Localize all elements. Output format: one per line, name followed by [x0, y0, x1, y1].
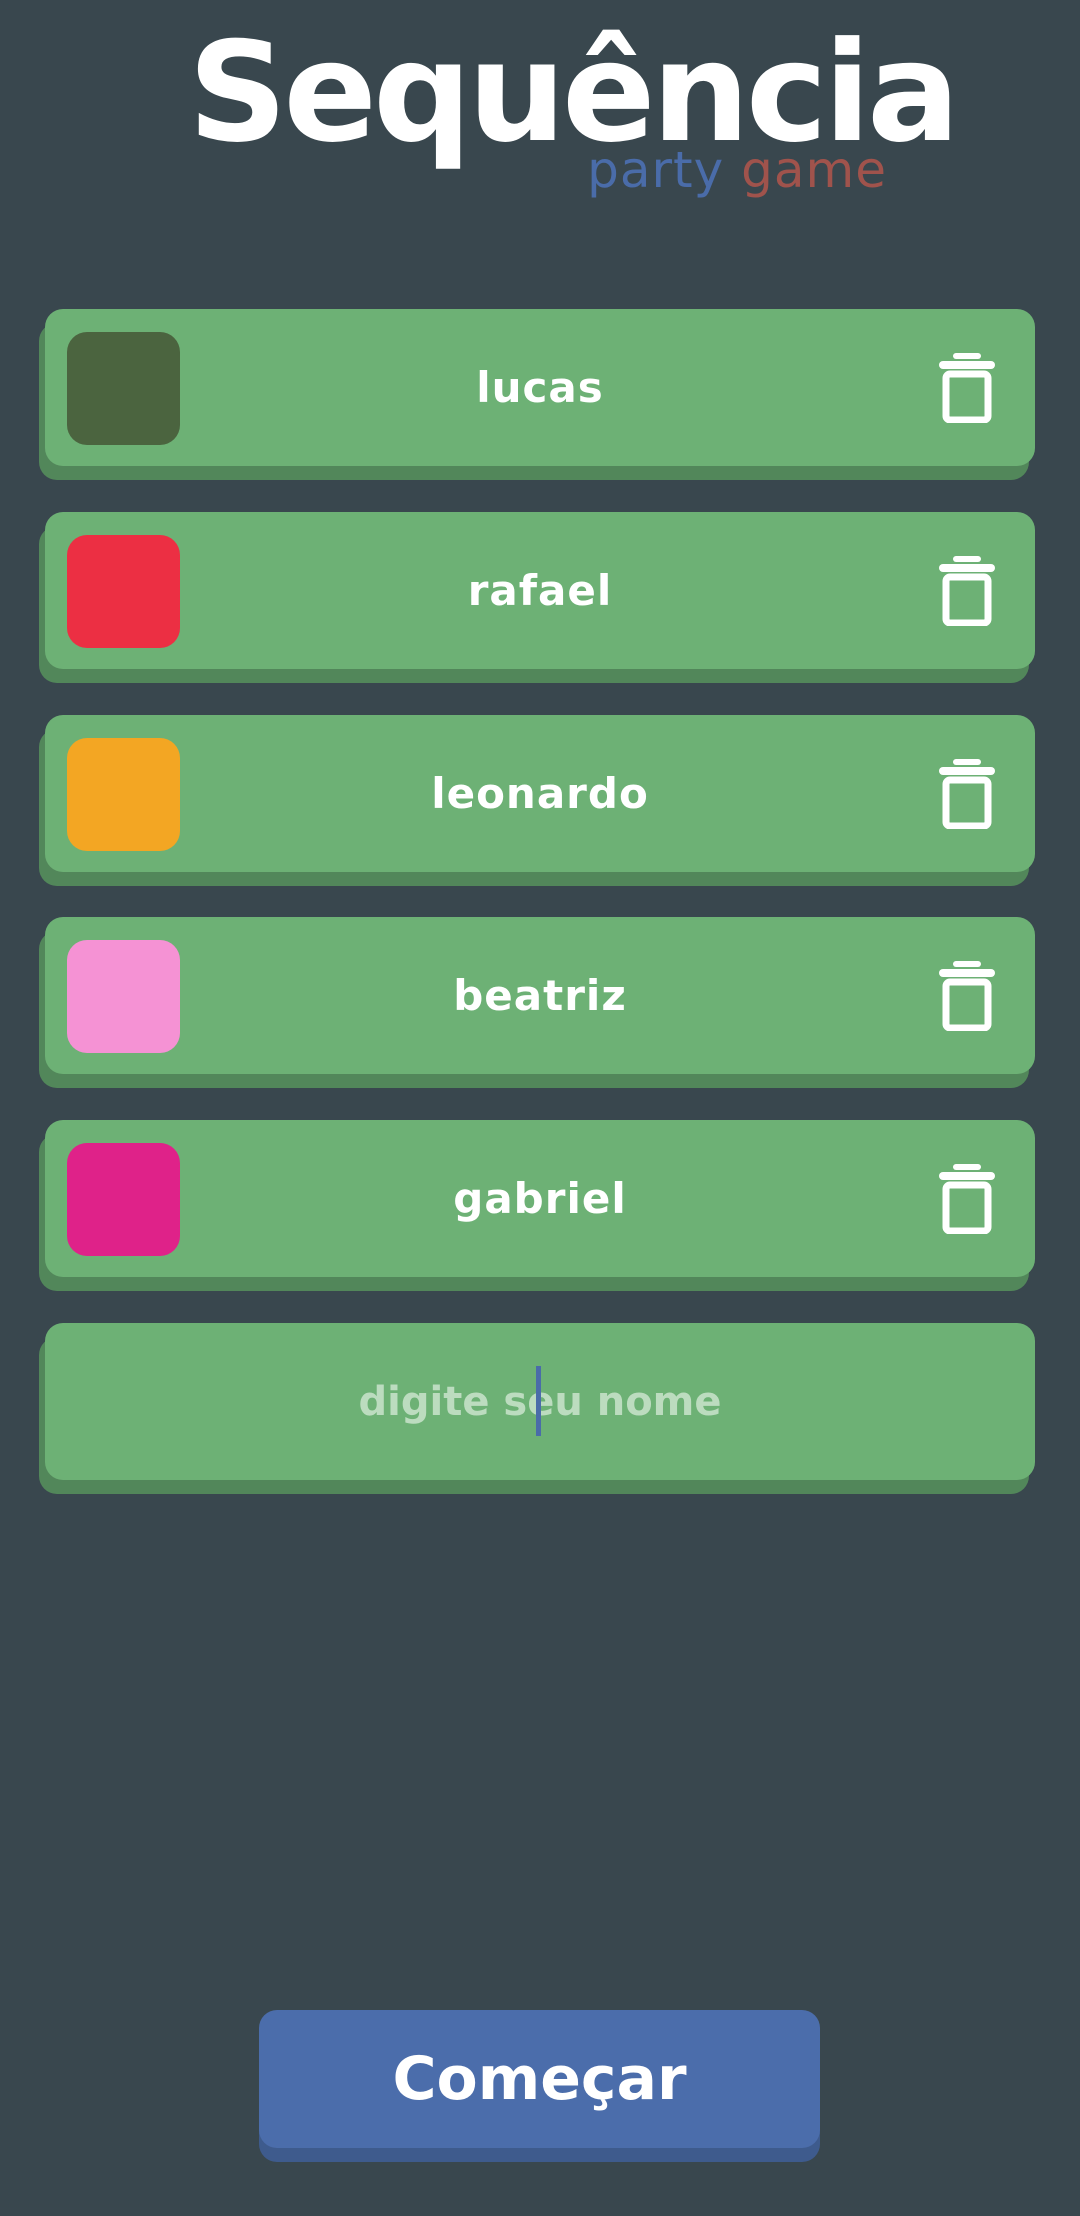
trash-icon	[939, 353, 995, 423]
player-name: rafael	[467, 566, 613, 615]
player-color-swatch[interactable]	[67, 940, 180, 1053]
player-name: gabriel	[453, 1174, 627, 1223]
player-card: leonardo	[45, 715, 1035, 872]
delete-player-button[interactable]	[939, 759, 995, 829]
player-card: lucas	[45, 309, 1035, 466]
player-card: gabriel	[45, 1120, 1035, 1277]
trash-icon	[939, 1164, 995, 1234]
trash-icon	[939, 556, 995, 626]
player-color-swatch[interactable]	[67, 1143, 180, 1256]
text-cursor	[536, 1366, 541, 1436]
delete-player-button[interactable]	[939, 1164, 995, 1234]
trash-icon	[939, 961, 995, 1031]
new-player-card	[45, 1323, 1035, 1480]
player-color-swatch[interactable]	[67, 332, 180, 445]
player-name: leonardo	[431, 769, 649, 818]
player-card: beatriz	[45, 917, 1035, 1074]
trash-icon	[939, 759, 995, 829]
app-logo: Sequência party game	[0, 0, 1080, 230]
logo-subtitle-party: party	[587, 141, 725, 199]
player-color-swatch[interactable]	[67, 738, 180, 851]
delete-player-button[interactable]	[939, 353, 995, 423]
delete-player-button[interactable]	[939, 961, 995, 1031]
player-color-swatch[interactable]	[67, 535, 180, 648]
player-name: lucas	[476, 363, 604, 412]
player-name: beatriz	[453, 971, 627, 1020]
start-button[interactable]: Começar	[259, 2010, 820, 2148]
logo-subtitle-game: game	[741, 141, 887, 199]
player-card: rafael	[45, 512, 1035, 669]
delete-player-button[interactable]	[939, 556, 995, 626]
logo-subtitle: party game	[587, 140, 887, 200]
